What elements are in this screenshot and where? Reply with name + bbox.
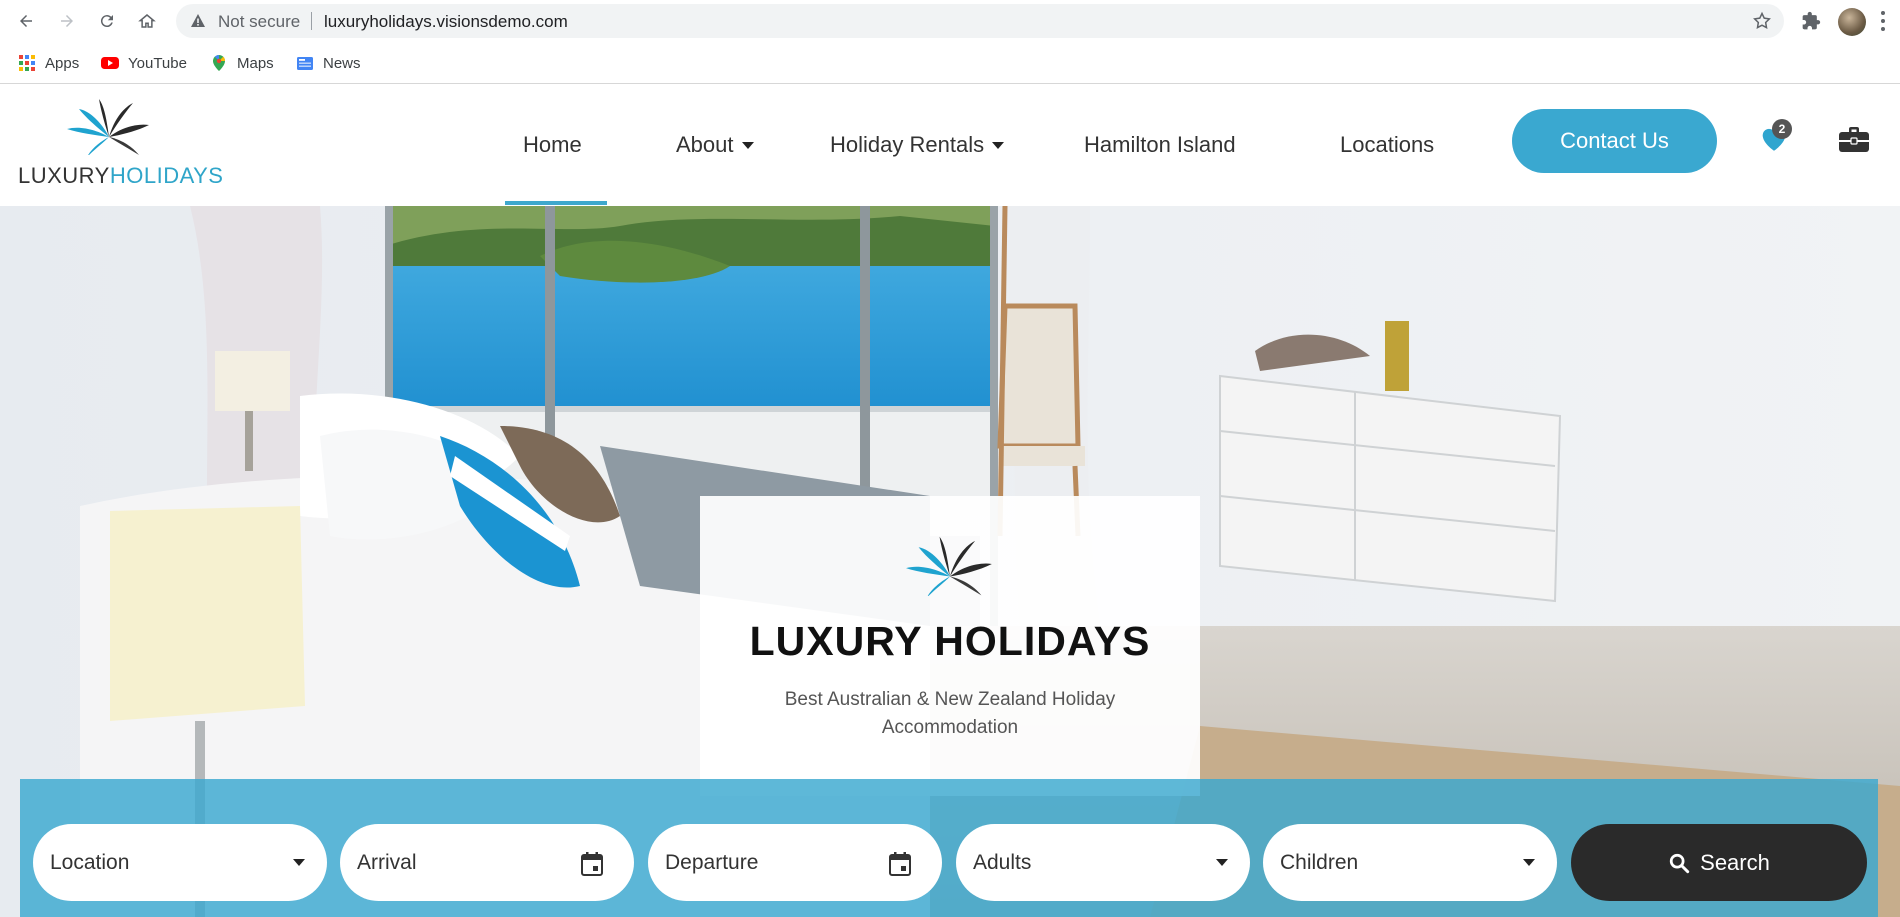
nav-hamilton-island-label: Hamilton Island (1084, 132, 1236, 157)
bookmark-youtube[interactable]: YouTube (101, 52, 187, 74)
nav-holiday-rentals-label: Holiday Rentals (830, 132, 985, 157)
bookmark-label: YouTube (128, 54, 187, 72)
calendar-icon (581, 852, 603, 876)
browser-toolbar: Not secure luxuryholidays.visionsdemo.co… (0, 0, 1900, 42)
site-header: LUXURYHOLIDAYS Home About Holiday Rental… (0, 85, 1900, 206)
wishlist-count-badge: 2 (1772, 119, 1792, 139)
chevron-down-icon (741, 141, 754, 149)
security-label: Not secure (218, 12, 301, 31)
logo-wordmark-part2: HOLIDAYS (109, 163, 224, 188)
url-text[interactable]: luxuryholidays.visionsdemo.com (324, 12, 568, 32)
location-select[interactable]: Location (33, 824, 327, 901)
chevron-down-icon (1523, 859, 1535, 866)
youtube-icon (101, 57, 119, 69)
search-bar: Location Arrival Departure Adults Childr… (20, 779, 1878, 917)
search-button[interactable]: Search (1571, 824, 1867, 901)
nav-home[interactable]: Home (523, 125, 582, 165)
bookmark-label: Maps (237, 54, 274, 72)
news-icon (297, 57, 313, 70)
calendar-icon (889, 852, 911, 876)
nav-about-label: About (676, 132, 734, 157)
bookmark-label: News (323, 54, 361, 72)
forward-icon[interactable] (55, 9, 79, 33)
logo-wordmark: LUXURYHOLIDAYS (18, 163, 223, 189)
bookmark-label: Apps (45, 54, 80, 72)
logo-wordmark-part1: LUXURY (18, 163, 110, 188)
hero-banner: LUXURY HOLIDAYS Best Australian & New Ze… (0, 206, 1900, 917)
location-label: Location (50, 850, 130, 874)
arrival-label: Arrival (357, 850, 417, 874)
nav-hamilton-island[interactable]: Hamilton Island (1084, 125, 1236, 165)
more-menu-icon[interactable] (1880, 10, 1886, 32)
departure-date-field[interactable]: Departure (648, 824, 942, 901)
nav-holiday-rentals[interactable]: Holiday Rentals (830, 125, 1005, 165)
bookmark-news[interactable]: News (296, 52, 361, 74)
nav-locations-label: Locations (1340, 132, 1435, 157)
bookmarks-bar: Apps YouTube Maps News (0, 42, 1900, 84)
briefcase-icon[interactable] (1838, 125, 1870, 153)
adults-select[interactable]: Adults (956, 824, 1250, 901)
address-bar[interactable]: Not secure luxuryholidays.visionsdemo.co… (176, 4, 1784, 38)
adults-label: Adults (973, 850, 1032, 874)
palm-logo-icon (906, 536, 992, 596)
home-icon[interactable] (135, 9, 159, 33)
search-icon (1669, 853, 1690, 873)
arrival-date-field[interactable]: Arrival (340, 824, 634, 901)
hero-subtitle: Best Australian & New Zealand Holiday Ac… (784, 689, 1116, 738)
reload-icon[interactable] (95, 9, 119, 33)
children-select[interactable]: Children (1263, 824, 1557, 901)
chevron-down-icon (1216, 859, 1228, 866)
nav-home-label: Home (523, 132, 582, 157)
divider (311, 12, 312, 30)
profile-avatar[interactable] (1838, 8, 1866, 36)
hero-title: LUXURY HOLIDAYS (749, 618, 1151, 664)
bookmark-maps[interactable]: Maps (210, 52, 274, 74)
nav-locations[interactable]: Locations (1340, 125, 1434, 165)
nav-about[interactable]: About (676, 125, 754, 165)
maps-pin-icon (213, 55, 225, 71)
departure-label: Departure (665, 850, 759, 874)
hero-card: LUXURY HOLIDAYS Best Australian & New Ze… (700, 496, 1200, 796)
extensions-puzzle-icon[interactable] (1801, 11, 1821, 31)
chevron-down-icon (293, 859, 305, 866)
bookmark-star-icon[interactable] (1752, 11, 1772, 31)
contact-us-button[interactable]: Contact Us (1512, 109, 1717, 173)
warning-icon (191, 14, 205, 27)
children-label: Children (1280, 850, 1359, 874)
nav-active-indicator (505, 201, 607, 205)
apps-grid-icon (19, 55, 35, 71)
bookmark-apps[interactable]: Apps (18, 52, 79, 74)
search-button-label: Search (1700, 849, 1770, 875)
back-icon[interactable] (14, 9, 38, 33)
site-logo[interactable]: LUXURYHOLIDAYS (18, 97, 223, 193)
palm-logo-icon (67, 99, 149, 155)
chevron-down-icon (992, 141, 1005, 149)
